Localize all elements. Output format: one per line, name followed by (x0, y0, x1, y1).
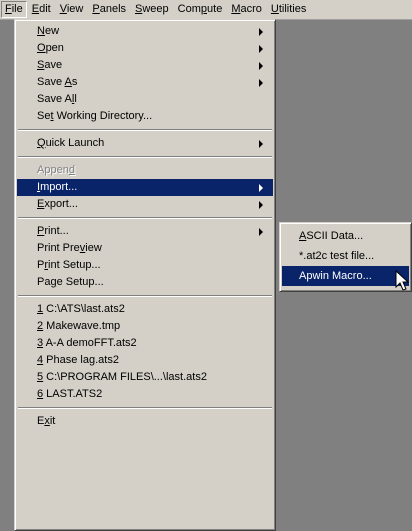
save-post: ave (44, 59, 63, 71)
set-dir-post: Working Directory... (53, 110, 153, 122)
menu-item-recent-file[interactable]: 3 A-A demoFFT.ats2 (17, 335, 273, 352)
submenu-arrow-icon (259, 140, 263, 148)
menu-compute[interactable]: Compute (174, 1, 227, 18)
menu-sweep[interactable]: Sweep (131, 1, 173, 18)
menu-utilities-post: tilities (278, 3, 307, 15)
recent-path: Phase lag.ats2 (43, 354, 119, 366)
new-post: ew (44, 25, 60, 37)
print-setup-post: int Setup... (48, 259, 101, 271)
menu-item-page-setup[interactable]: Page Setup... (17, 274, 273, 291)
menu-item-print-setup[interactable]: Print Setup... (17, 257, 273, 274)
submenu-arrow-icon (259, 228, 263, 236)
at2c-label: *.at2c test file... (299, 250, 375, 262)
append-key: d (68, 164, 75, 176)
mouse-pointer-icon (395, 270, 409, 291)
exit-post: it (49, 415, 56, 427)
set-dir-pre: Se (37, 110, 51, 122)
menu-item-exit[interactable]: Exit (17, 413, 273, 430)
menu-item-print-preview[interactable]: Print Preview (17, 240, 273, 257)
menu-item-save-as[interactable]: Save As (17, 74, 273, 91)
submenu-arrow-icon (259, 62, 263, 70)
menu-item-save-all[interactable]: Save All (17, 91, 273, 108)
menu-panels-post: anels (99, 3, 127, 15)
save-as-post: s (71, 76, 78, 88)
submenu-item-ascii-data[interactable]: ASCII Data... (282, 226, 409, 246)
page-setup-pre: Pa (37, 276, 51, 288)
submenu-arrow-icon (259, 79, 263, 87)
menu-compute-pre: Com (177, 3, 201, 15)
menu-item-export[interactable]: Export... (17, 196, 273, 213)
export-post: xport... (44, 198, 78, 210)
menu-item-recent-file[interactable]: 4 Phase lag.ats2 (17, 352, 273, 369)
recent-path: Makewave.tmp (43, 320, 121, 332)
menu-edit-key: E (31, 3, 40, 15)
menu-item-recent-file[interactable]: 5 C:\PROGRAM FILES\...\last.ats2 (17, 369, 273, 386)
menu-item-recent-file[interactable]: 2 Makewave.tmp (17, 318, 273, 335)
menu-edit[interactable]: Edit (28, 1, 55, 18)
quick-launch-key: Q (37, 137, 46, 149)
print-preview-pre: Print Pre (37, 242, 80, 254)
menu-separator (18, 407, 272, 409)
save-as-pre: Save (37, 76, 65, 88)
submenu-arrow-icon (259, 184, 263, 192)
menu-separator (18, 156, 272, 158)
import-post: mport... (40, 181, 78, 193)
menu-utilities-key: U (270, 3, 279, 15)
open-key: O (37, 42, 46, 54)
save-all-post: l (74, 93, 77, 105)
menu-item-quick-launch[interactable]: Quick Launch (17, 135, 273, 152)
menu-separator (18, 295, 272, 297)
menu-view[interactable]: View (56, 1, 88, 18)
recent-path: C:\ATS\last.ats2 (43, 303, 125, 315)
recent-path: A-A demoFFT.ats2 (43, 337, 137, 349)
save-all-pre: Save A (37, 93, 72, 105)
submenu-arrow-icon (259, 201, 263, 209)
menu-item-print[interactable]: Print... (17, 223, 273, 240)
menu-item-save[interactable]: Save (17, 57, 273, 74)
submenu-arrow-icon (259, 45, 263, 53)
menu-edit-post: dit (39, 3, 51, 15)
recent-path: C:\PROGRAM FILES\...\last.ats2 (43, 371, 207, 383)
file-menu-dropdown: New Open Save Save As Save All Set Worki… (14, 19, 276, 531)
menu-file-post: ile (11, 3, 23, 15)
menu-bar: File Edit View Panels Sweep Compute Macr… (0, 0, 412, 20)
menu-item-append: Append (17, 162, 273, 179)
menu-item-open[interactable]: Open (17, 40, 273, 57)
menu-macro[interactable]: Macro (227, 1, 266, 18)
quick-launch-post: uick Launch (45, 137, 105, 149)
menu-utilities[interactable]: Utilities (267, 1, 310, 18)
menu-item-import[interactable]: Import... (17, 179, 273, 196)
menu-item-set-working-directory[interactable]: Set Working Directory... (17, 108, 273, 125)
menu-view-key: V (59, 3, 67, 15)
menu-compute-post: ute (207, 3, 223, 15)
submenu-arrow-icon (259, 28, 263, 36)
menu-file[interactable]: File (1, 1, 27, 18)
menu-panels-key: P (92, 3, 100, 15)
open-post: pen (45, 42, 64, 54)
menu-sweep-post: weep (142, 3, 169, 15)
menu-separator (18, 129, 272, 131)
ascii-post: SCII Data... (306, 230, 364, 242)
new-key: N (37, 25, 45, 37)
menu-panels[interactable]: Panels (88, 1, 130, 18)
print-preview-post: iew (85, 242, 102, 254)
save-as-key: A (64, 76, 72, 88)
print-post: rint... (44, 225, 69, 237)
recent-path: LAST.ATS2 (43, 388, 103, 400)
submenu-item-at2c-test-file[interactable]: *.at2c test file... (282, 246, 409, 266)
submenu-item-apwin-macro[interactable]: Apwin Macro... (282, 266, 409, 286)
menu-file-key: F (5, 3, 12, 15)
import-submenu: ASCII Data... *.at2c test file... Apwin … (279, 222, 412, 292)
menu-item-new[interactable]: New (17, 23, 273, 40)
append-pre: Appen (37, 164, 69, 176)
menu-item-recent-file[interactable]: 1 C:\ATS\last.ats2 (17, 301, 273, 318)
page-setup-post: e Setup... (56, 276, 104, 288)
menu-macro-post: acro (240, 3, 262, 15)
apwin-label: Apwin Macro... (299, 270, 372, 282)
menu-separator (18, 217, 272, 219)
menu-view-post: iew (66, 3, 84, 15)
menu-item-recent-file[interactable]: 6 LAST.ATS2 (17, 386, 273, 403)
